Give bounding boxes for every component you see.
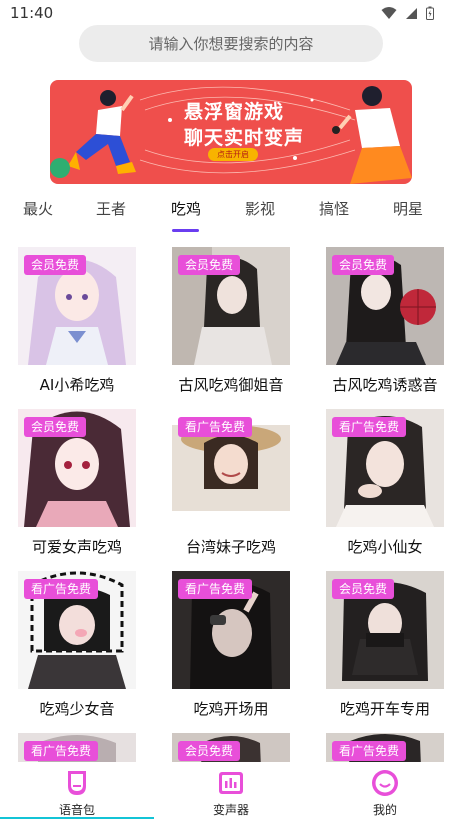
active-tab-indicator <box>172 229 199 232</box>
voice-pack-title: 可爱女声吃鸡 <box>31 538 122 556</box>
tab-hot[interactable]: 最火 <box>23 198 53 219</box>
free-badge: 看广告免费 <box>332 741 407 761</box>
status-time: 11:40 <box>10 4 54 22</box>
free-badge: 会员免费 <box>178 255 241 275</box>
promo-banner[interactable]: 悬浮窗游戏 聊天实时变声 点击开启 <box>50 80 412 184</box>
signal-icon <box>406 7 417 19</box>
bottom-nav: 语音包 变声器 我的 <box>0 762 462 821</box>
free-badge: 看广告免费 <box>178 417 253 437</box>
search-placeholder: 请输入你想要搜索的内容 <box>148 35 314 53</box>
voice-pack-title: 古风吃鸡诱惑音 <box>332 376 438 394</box>
free-badge: 看广告免费 <box>332 417 407 437</box>
nav-profile[interactable]: 我的 <box>308 762 462 821</box>
search-input[interactable]: 请输入你想要搜索的内容 <box>79 25 383 62</box>
nav-label: 变声器 <box>212 803 249 817</box>
status-icons <box>381 6 434 20</box>
nav-voice-pack[interactable]: 语音包 <box>0 762 154 821</box>
tab-funny[interactable]: 搞怪 <box>319 198 349 219</box>
free-badge: 看广告免费 <box>24 741 99 761</box>
free-badge: 会员免费 <box>24 255 87 275</box>
voice-pack-title: 台湾妹子吃鸡 <box>185 538 276 556</box>
nav-label: 我的 <box>372 803 397 817</box>
voice-pack-title: 吃鸡少女音 <box>39 700 115 718</box>
banner-title-line1: 悬浮窗游戏 <box>184 101 285 123</box>
dancer-left-icon <box>50 90 136 178</box>
status-bar: 11:40 <box>0 0 462 26</box>
voice-pack-icon <box>68 771 86 795</box>
banner-title-line2: 聊天实时变声 <box>184 127 305 149</box>
voice-pack-title: 古风吃鸡御姐音 <box>178 376 284 394</box>
voice-pack-title: 吃鸡开场用 <box>193 700 269 718</box>
wifi-icon <box>381 7 397 19</box>
voice-pack-title: 吃鸡开车专用 <box>339 700 430 718</box>
category-tabs: 最火 王者 吃鸡 影视 搞怪 明星 <box>0 198 462 234</box>
nav-voice-changer[interactable]: 变声器 <box>154 762 308 821</box>
free-badge: 会员免费 <box>178 741 241 761</box>
nav-label: 语音包 <box>58 803 95 817</box>
free-badge: 会员免费 <box>332 579 395 599</box>
tab-wangzhe[interactable]: 王者 <box>96 198 126 219</box>
voice-pack-title: 吃鸡小仙女 <box>347 538 423 556</box>
nav-active-indicator <box>0 817 154 819</box>
voice-pack-title: AI小希吃鸡 <box>39 376 115 394</box>
free-badge: 会员免费 <box>24 417 87 437</box>
voice-changer-icon <box>219 772 243 794</box>
battery-icon <box>426 6 434 20</box>
banner-cta-button[interactable]: 点击开启 <box>208 148 258 161</box>
tab-movies[interactable]: 影视 <box>245 198 275 219</box>
singer-right-icon <box>332 86 412 184</box>
profile-icon <box>372 770 398 796</box>
tab-chiji[interactable]: 吃鸡 <box>171 198 201 219</box>
tab-stars[interactable]: 明星 <box>393 198 423 219</box>
free-badge: 会员免费 <box>332 255 395 275</box>
free-badge: 看广告免费 <box>24 579 99 599</box>
free-badge: 看广告免费 <box>178 579 253 599</box>
